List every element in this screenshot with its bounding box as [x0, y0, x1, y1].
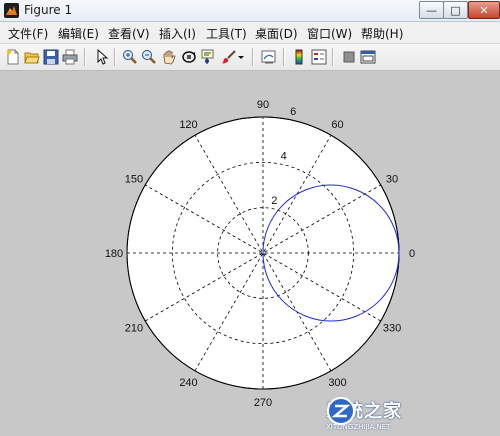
zoom-out-icon[interactable]	[140, 48, 158, 66]
menu-desktop[interactable]: 桌面(D)	[255, 25, 298, 42]
menu-window[interactable]: 窗口(W)	[307, 25, 352, 42]
dropdown-arrow-icon[interactable]	[236, 48, 246, 66]
radial-tick-label: 4	[281, 151, 287, 163]
menu-view[interactable]: 查看(V)	[108, 25, 150, 42]
angular-tick-label: 330	[383, 323, 401, 335]
pan-icon[interactable]	[160, 48, 178, 66]
title-bar[interactable]: Figure 1 — □ ✕	[0, 0, 500, 22]
watermark-logo-icon	[327, 397, 355, 425]
print-icon[interactable]	[61, 48, 79, 66]
angular-tick-label: 300	[328, 377, 346, 389]
minimize-button[interactable]: —	[419, 1, 444, 19]
close-button[interactable]: ✕	[468, 1, 500, 19]
menu-bar: 文件(F) 编辑(E) 查看(V) 插入(I) 工具(T) 桌面(D) 窗口(W…	[0, 22, 500, 44]
maximize-button[interactable]: □	[443, 1, 468, 19]
angular-tick-label: 180	[105, 248, 123, 260]
zoom-in-icon[interactable]	[121, 48, 139, 66]
radial-tick-label: 2	[271, 195, 277, 207]
watermark: 系统之家 XITONGZHIJIA.NET	[326, 396, 494, 432]
figure-window: Figure 1 — □ ✕ 文件(F) 编辑(E) 查看(V) 插入(I) 工…	[0, 0, 500, 436]
legend-icon[interactable]	[310, 48, 328, 66]
close-icon: ✕	[479, 3, 489, 17]
colorbar-icon[interactable]	[290, 48, 308, 66]
menu-tools[interactable]: 工具(T)	[206, 25, 247, 42]
toolbar-separator	[114, 48, 116, 66]
link-plot-icon[interactable]	[260, 48, 278, 66]
toolbar-separator	[84, 48, 86, 66]
show-plot-tools-icon[interactable]	[359, 48, 377, 66]
angular-tick-label: 240	[179, 377, 197, 389]
figure-canvas[interactable]: 0 30 60 90 120 150 180 210 240 270 300 330 2 4 6 系统之家 …	[0, 71, 500, 436]
matlab-logo-icon	[4, 3, 19, 18]
new-figure-icon[interactable]	[4, 48, 22, 66]
toolbar-separator	[252, 48, 254, 66]
window-title: Figure 1	[24, 3, 73, 17]
figure-toolbar	[0, 44, 500, 71]
open-file-icon[interactable]	[23, 48, 41, 66]
polar-plot: 0 30 60 90 120 150 180 210 240 270 300 330 2 4 6	[105, 99, 415, 409]
angular-tick-label: 210	[125, 323, 143, 335]
toolbar-separator	[283, 48, 285, 66]
radial-tick-label: 6	[290, 106, 296, 118]
menu-file[interactable]: 文件(F)	[8, 25, 48, 42]
angular-tick-label: 120	[179, 119, 197, 131]
hide-plot-tools-icon[interactable]	[340, 48, 358, 66]
maximize-icon: □	[450, 3, 461, 17]
pointer-icon[interactable]	[93, 48, 111, 66]
angular-tick-label: 150	[125, 174, 143, 186]
toolbar-separator	[332, 48, 334, 66]
save-icon[interactable]	[42, 48, 60, 66]
data-cursor-icon[interactable]	[200, 48, 218, 66]
menu-help[interactable]: 帮助(H)	[361, 25, 403, 42]
rotate-3d-icon[interactable]	[180, 48, 198, 66]
menu-insert[interactable]: 插入(I)	[159, 25, 196, 42]
menu-edit[interactable]: 编辑(E)	[58, 25, 99, 42]
angular-tick-label: 60	[331, 119, 343, 131]
angular-tick-label: 270	[254, 397, 272, 409]
angular-tick-label: 90	[257, 99, 269, 111]
minimize-icon: —	[426, 3, 437, 17]
angular-tick-label: 0	[409, 248, 415, 260]
angular-tick-label: 30	[386, 174, 398, 186]
